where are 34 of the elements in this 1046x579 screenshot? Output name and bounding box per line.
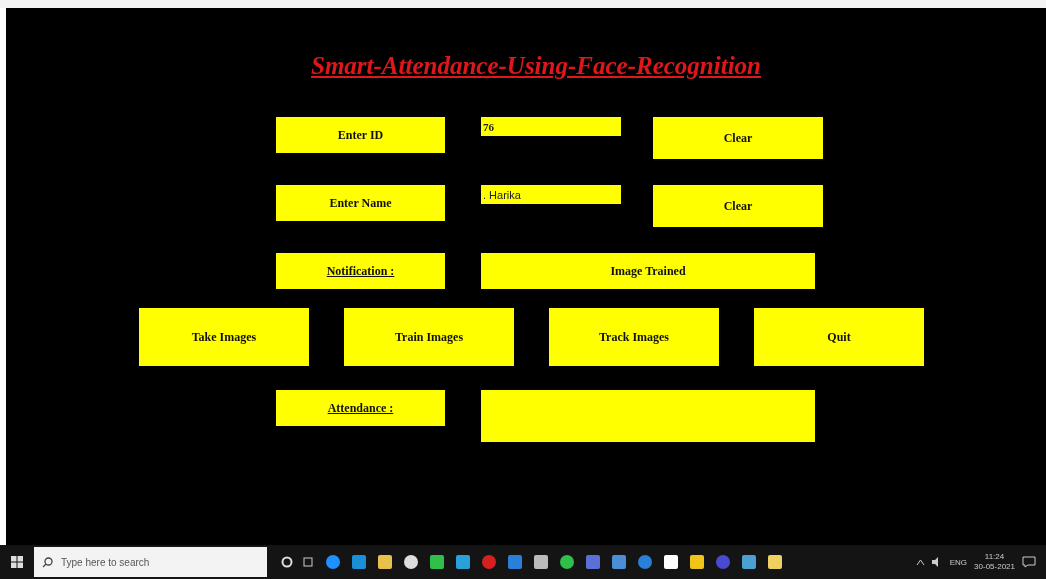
taskbar-clock[interactable]: 11:24 30-05-2021 (974, 552, 1015, 572)
action-button[interactable]: Track Images (549, 308, 719, 366)
search-icon (42, 556, 53, 568)
app-icon[interactable] (767, 554, 783, 570)
app-icon[interactable] (403, 554, 419, 570)
app-icon[interactable] (689, 554, 705, 570)
language-indicator[interactable]: ENG (949, 557, 968, 567)
clear-button[interactable]: Clear (653, 185, 823, 227)
action-button[interactable]: Quit (754, 308, 924, 366)
notification-message: Image Trained (481, 253, 815, 289)
app-icon[interactable] (429, 554, 445, 570)
taskbar-search-field[interactable]: Type here to search (34, 547, 267, 577)
name-input-field[interactable]: . Harika (481, 185, 621, 204)
app-icon[interactable] (455, 554, 471, 570)
action-button[interactable]: Take Images (139, 308, 309, 366)
id-input-field[interactable]: 76 (481, 117, 621, 136)
windows-icon (11, 556, 23, 568)
attendance-label: Attendance : (276, 390, 445, 426)
app-icon[interactable] (741, 554, 757, 570)
app-icon[interactable] (559, 554, 575, 570)
chevron-up-icon[interactable] (915, 557, 925, 567)
app-title: Smart-Attendance-Using-Face-Recognition (310, 51, 761, 81)
app-icon[interactable] (533, 554, 549, 570)
notification-icon[interactable] (1022, 556, 1036, 568)
task-view-circle-icon[interactable] (281, 556, 293, 568)
app-icon[interactable] (377, 554, 393, 570)
clear-button[interactable]: Clear (653, 117, 823, 159)
action-button[interactable]: Train Images (344, 308, 514, 366)
id-label: Enter ID (276, 117, 445, 153)
app-icon[interactable] (663, 554, 679, 570)
notification-label: Notification : (276, 253, 445, 289)
app-icon[interactable] (325, 554, 341, 570)
name-label: Enter Name (276, 185, 445, 221)
task-view-icon[interactable] (303, 556, 315, 568)
